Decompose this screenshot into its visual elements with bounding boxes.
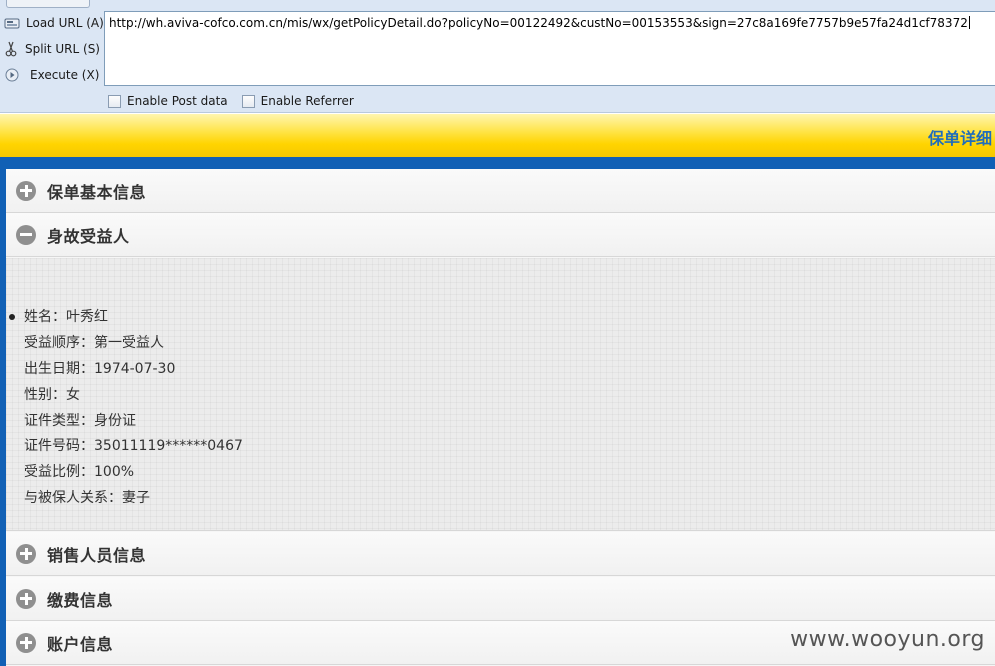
- load-url-button[interactable]: Load URL (A): [0, 10, 104, 36]
- load-url-icon: [4, 15, 20, 31]
- expand-plus-icon: [16, 588, 36, 609]
- execute-icon: [4, 67, 20, 83]
- beneficiary-relationship: 与被保人关系：妻子: [24, 490, 150, 507]
- content-panel: 保单基本信息 身故受益人 姓名：叶秀红 受益顺序：第一受益人 出生日期：1974…: [0, 166, 995, 666]
- beneficiary-details: 姓名：叶秀红 受益顺序：第一受益人 出生日期：1974-07-30 性别：女 证…: [6, 258, 995, 531]
- hackbar-actions: Load URL (A) Split URL (S) Execute (X): [0, 10, 104, 88]
- hackbar-toolbar: Load URL (A) Split URL (S) Execute (X) h…: [0, 0, 995, 113]
- beneficiary-gender: 性别：女: [24, 386, 80, 403]
- enable-post-data-checkbox[interactable]: [108, 94, 121, 108]
- hackbar-options: Enable Post data Enable Referrer: [108, 92, 354, 110]
- collapse-minus-icon: [16, 224, 36, 245]
- accordion: 保单基本信息 身故受益人 姓名：叶秀红 受益顺序：第一受益人 出生日期：1974…: [6, 169, 995, 666]
- expand-plus-icon: [16, 543, 36, 564]
- url-input[interactable]: http://wh.aviva-cofco.com.cn/mis/wx/getP…: [104, 11, 995, 86]
- beneficiary-ratio: 受益比例：100%: [24, 464, 135, 481]
- section-title: 身故受益人: [47, 226, 130, 246]
- load-url-label: Load URL (A): [26, 16, 104, 30]
- execute-label: Execute (X): [30, 68, 100, 82]
- enable-post-data-label: Enable Post data: [127, 94, 228, 108]
- page-title: 保单详细: [927, 129, 992, 148]
- beneficiary-id-type: 证件类型：身份证: [24, 412, 136, 429]
- section-payment-info[interactable]: 缴费信息: [6, 577, 995, 621]
- execute-button[interactable]: Execute (X): [0, 62, 100, 88]
- split-url-label: Split URL (S): [24, 42, 100, 56]
- beneficiary-order: 受益顺序：第一受益人: [24, 334, 164, 351]
- section-death-beneficiary[interactable]: 身故受益人: [6, 213, 995, 257]
- enable-referrer-option[interactable]: Enable Referrer: [241, 94, 354, 108]
- split-url-icon: [4, 41, 19, 57]
- page-header: 保单详细: [0, 114, 995, 157]
- text-caret: [968, 16, 970, 29]
- split-url-button[interactable]: Split URL (S): [0, 36, 100, 62]
- toolbar-clipped-menu: [140, 0, 350, 4]
- toolbar-top-button[interactable]: [6, 0, 90, 8]
- watermark: www.wooyun.org: [790, 627, 985, 652]
- section-title: 缴费信息: [47, 590, 114, 610]
- beneficiary-birthdate: 出生日期：1974-07-30: [24, 360, 176, 377]
- header-divider: [0, 157, 995, 166]
- expand-plus-icon: [16, 632, 36, 653]
- enable-post-data-option[interactable]: Enable Post data: [108, 94, 228, 108]
- enable-referrer-label: Enable Referrer: [260, 94, 354, 108]
- beneficiary-list: 姓名：叶秀红 受益顺序：第一受益人 出生日期：1974-07-30 性别：女 证…: [24, 305, 243, 512]
- section-policy-basic-info[interactable]: 保单基本信息: [6, 169, 995, 213]
- beneficiary-id-number: 证件号码：35011119******0467: [24, 438, 243, 455]
- expand-plus-icon: [16, 180, 36, 201]
- url-text: http://wh.aviva-cofco.com.cn/mis/wx/getP…: [109, 16, 968, 30]
- section-sales-staff-info[interactable]: 销售人员信息: [6, 532, 995, 576]
- beneficiary-name: 姓名：叶秀红: [24, 309, 108, 325]
- section-title: 账户信息: [47, 634, 114, 654]
- section-title: 保单基本信息: [47, 182, 147, 202]
- section-title: 销售人员信息: [47, 545, 147, 565]
- enable-referrer-checkbox[interactable]: [241, 94, 255, 108]
- list-bullet: [9, 314, 15, 320]
